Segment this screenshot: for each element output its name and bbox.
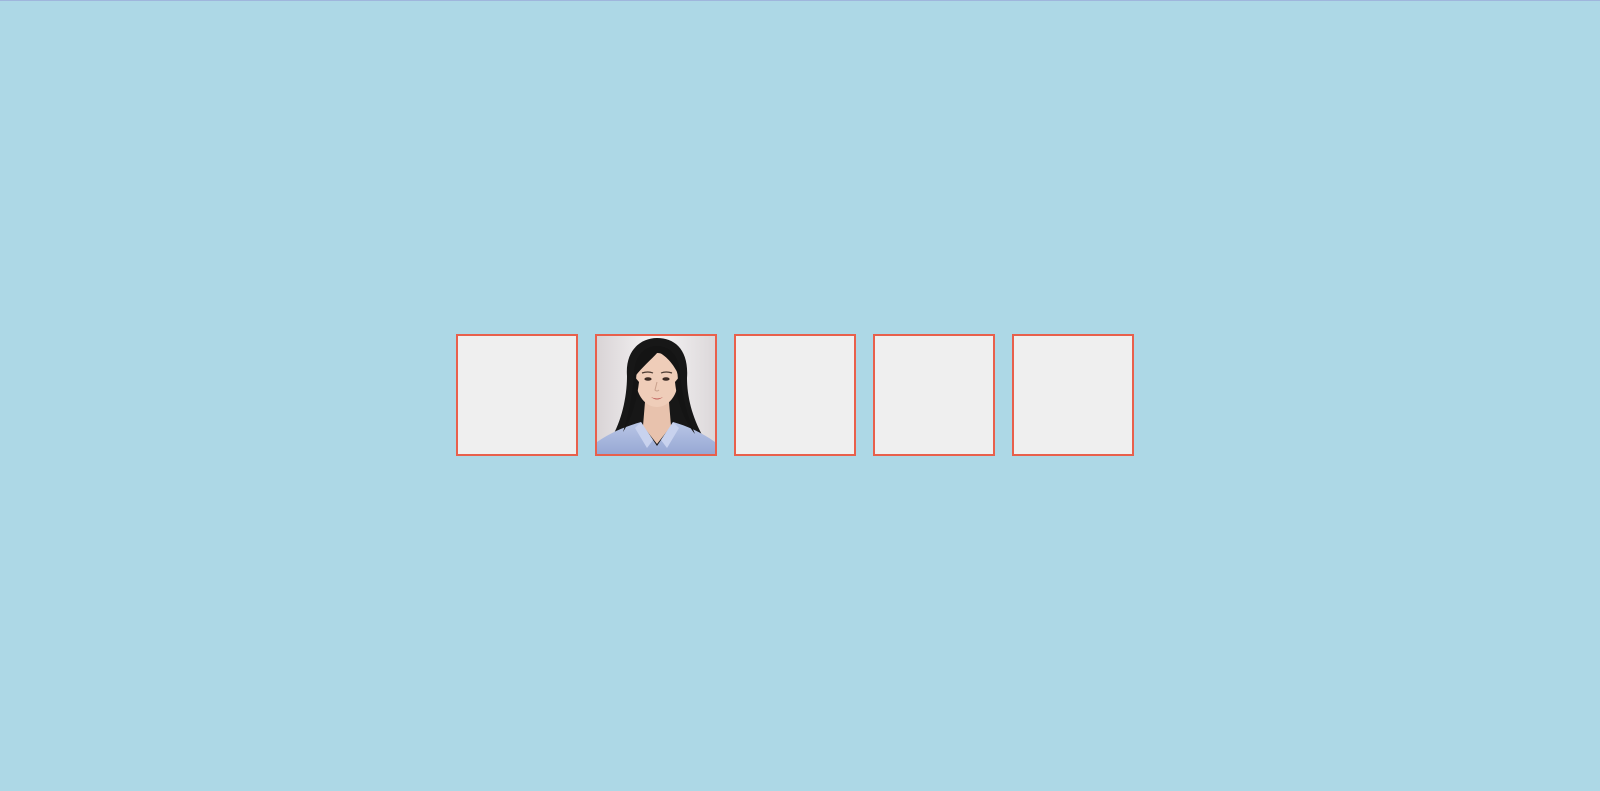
top-divider <box>0 0 1600 1</box>
portrait-photo <box>597 336 715 454</box>
memory-tile-4[interactable] <box>873 334 995 456</box>
memory-tile-1[interactable] <box>456 334 578 456</box>
memory-tile-2[interactable] <box>595 334 717 456</box>
tile-row <box>456 334 1134 456</box>
memory-tile-5[interactable] <box>1012 334 1134 456</box>
memory-tile-3[interactable] <box>734 334 856 456</box>
